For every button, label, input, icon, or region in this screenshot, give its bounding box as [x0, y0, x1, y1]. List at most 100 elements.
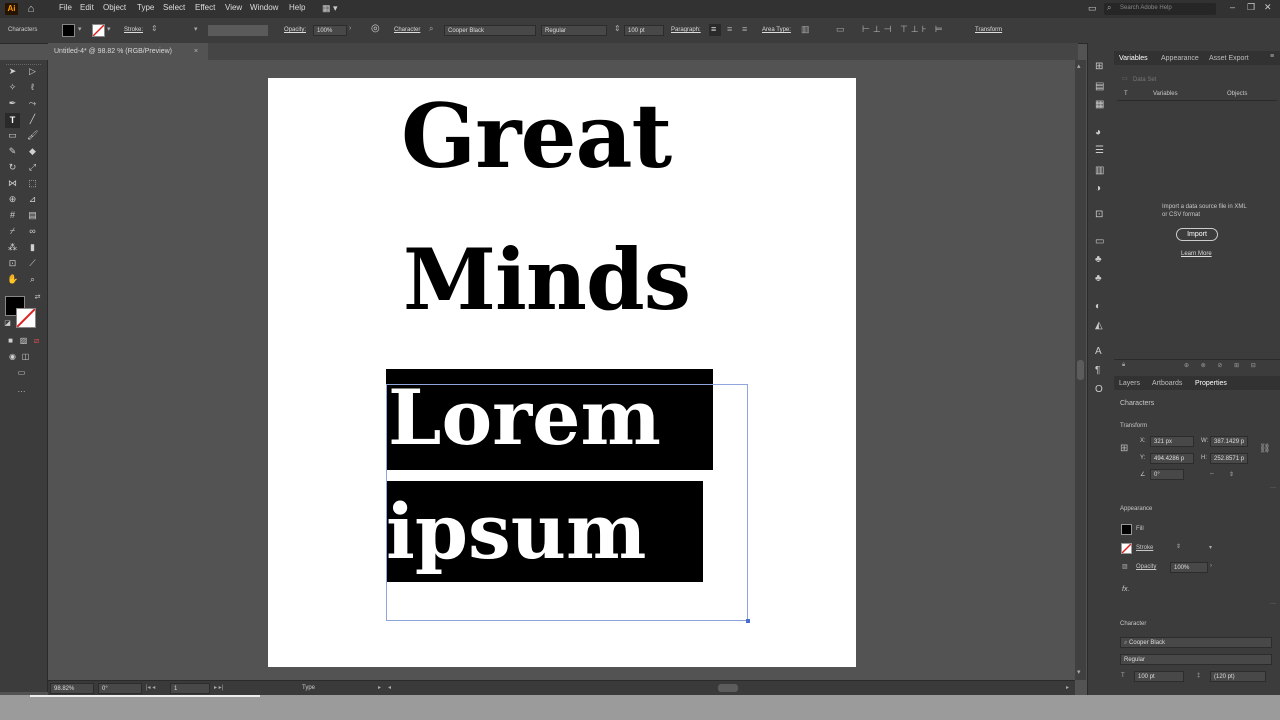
- appearance-stroke-stepper[interactable]: ⇕: [1176, 543, 1181, 550]
- eyedropper-tool-icon[interactable]: ⌿: [7, 226, 18, 237]
- scroll-left-icon[interactable]: ◂: [388, 684, 391, 691]
- vertical-scrollbar[interactable]: ▴ ▾: [1075, 60, 1086, 680]
- default-colors-icon[interactable]: ◪: [2, 318, 13, 329]
- properties-font-family-field[interactable]: ⌕ Cooper Black: [1120, 637, 1272, 648]
- workspace-switcher-icon[interactable]: ▦ ▾: [322, 3, 338, 14]
- slice-tool-icon[interactable]: ⟋: [27, 258, 38, 269]
- stroke-swatch[interactable]: [92, 24, 105, 37]
- minimize-icon[interactable]: –: [1230, 2, 1235, 12]
- rectangle-tool-icon[interactable]: ▭: [7, 130, 18, 141]
- artboard-number-field[interactable]: 1: [170, 683, 210, 694]
- align-to-icon[interactable]: ▭: [836, 24, 845, 35]
- direct-selection-tool-icon[interactable]: ▷: [27, 66, 38, 77]
- variable-width-profile[interactable]: [208, 25, 268, 36]
- selection-tool-icon[interactable]: ➤: [7, 66, 18, 77]
- appearance-stroke-label[interactable]: Stroke: [1136, 545, 1153, 551]
- tab-variables[interactable]: Variables: [1119, 55, 1148, 62]
- appearance-fill-swatch[interactable]: [1121, 524, 1132, 535]
- transparency-panel-icon[interactable]: ◑: [1095, 183, 1101, 194]
- w-field[interactable]: 387.1429 p: [1210, 436, 1248, 447]
- layers-panel-icon[interactable]: ▤: [1095, 81, 1104, 92]
- scroll-right-icon[interactable]: ▸: [1066, 684, 1069, 691]
- overflow-handle[interactable]: [746, 619, 750, 623]
- stroke-color-box[interactable]: [16, 308, 36, 328]
- tab-appearance[interactable]: Appearance: [1161, 55, 1199, 62]
- menu-window[interactable]: Window: [250, 3, 278, 12]
- tab-artboards[interactable]: Artboards: [1152, 380, 1182, 387]
- swatches-panel-icon[interactable]: ☰: [1095, 145, 1104, 156]
- artboard[interactable]: Great Minds Lorem ipsum: [268, 78, 856, 667]
- area-type-link[interactable]: Area Type:: [762, 27, 791, 33]
- brushes-panel-icon[interactable]: ♣: [1095, 254, 1102, 265]
- fill-dropdown-icon[interactable]: ▾: [78, 25, 82, 33]
- fx-button[interactable]: fx.: [1122, 586, 1129, 593]
- shape-builder-tool-icon[interactable]: ⊕: [7, 194, 18, 205]
- menu-select[interactable]: Select: [163, 3, 185, 12]
- pen-tool-icon[interactable]: ✒: [7, 98, 18, 109]
- appearance-opacity-field[interactable]: 100%: [1170, 562, 1208, 573]
- graphic-styles-icon[interactable]: ◐: [1095, 301, 1101, 312]
- transform-link[interactable]: Transform: [975, 27, 1002, 33]
- appearance-stroke-swatch[interactable]: [1121, 543, 1132, 554]
- shaper-tool-icon[interactable]: ✎: [7, 146, 18, 157]
- stroke-label[interactable]: Stroke:: [124, 27, 143, 33]
- free-transform-tool-icon[interactable]: ⬚: [27, 178, 38, 189]
- area-type-icon[interactable]: ▥: [801, 24, 810, 35]
- eraser-tool-icon[interactable]: ◆: [27, 146, 38, 157]
- image-trace-icon[interactable]: ⊡: [1095, 209, 1103, 220]
- restore-icon[interactable]: ❐: [1247, 2, 1255, 13]
- draw-mode-icon[interactable]: ◉: [7, 351, 18, 362]
- status-expand-icon[interactable]: ▸: [378, 684, 381, 691]
- gradient-mode-icon[interactable]: ▨: [18, 335, 29, 346]
- variables-footer-icons[interactable]: ⊕ ⊗ ⊘ ⊞ ⊟: [1184, 362, 1261, 369]
- swap-colors-icon[interactable]: ⇄: [32, 292, 43, 303]
- blend-tool-icon[interactable]: ∞: [27, 226, 38, 237]
- menu-type[interactable]: Type: [137, 3, 154, 12]
- panel-menu-icon[interactable]: ≡: [1270, 53, 1274, 60]
- properties-font-size-field[interactable]: 100 pt: [1134, 671, 1184, 682]
- recolor-icon[interactable]: ◎: [371, 23, 380, 34]
- vertical-scroll-thumb[interactable]: [1077, 360, 1084, 380]
- width-tool-icon[interactable]: ⋈: [7, 178, 18, 189]
- rotate-tool-icon[interactable]: ↻: [7, 162, 18, 173]
- menu-object[interactable]: Object: [103, 3, 126, 12]
- scale-tool-icon[interactable]: ⤢: [27, 162, 38, 173]
- paragraph-link[interactable]: Paragraph:: [671, 27, 701, 33]
- import-button[interactable]: Import: [1176, 228, 1218, 241]
- data-set-label[interactable]: Data Set: [1133, 77, 1156, 83]
- menu-edit[interactable]: Edit: [80, 3, 94, 12]
- align-right-icon[interactable]: ≡: [742, 24, 747, 34]
- type-tool-button[interactable]: T: [5, 113, 20, 128]
- character-link[interactable]: Character: [394, 27, 420, 33]
- align-center-icon[interactable]: ≡: [727, 24, 732, 34]
- angle-field[interactable]: 0°: [1150, 469, 1184, 480]
- draw-inside-icon[interactable]: ◫: [20, 351, 31, 362]
- mesh-tool-icon[interactable]: #: [7, 210, 18, 221]
- transform-more-icon[interactable]: ···: [1270, 485, 1276, 491]
- line-tool-icon[interactable]: ╱: [27, 114, 38, 125]
- hand-tool-icon[interactable]: ✋: [7, 274, 18, 285]
- opentype-panel-icon[interactable]: O: [1095, 384, 1103, 395]
- next-artboard-icon[interactable]: ▸ ▸|: [214, 684, 223, 691]
- paintbrush-tool-icon[interactable]: 🖌: [27, 130, 38, 141]
- flip-vertical-icon[interactable]: ⇕: [1229, 471, 1234, 478]
- fill-swatch[interactable]: [62, 24, 75, 37]
- appearance-panel-icon[interactable]: ◭: [1095, 320, 1103, 331]
- lock-icon[interactable]: 🔒︎: [1122, 362, 1125, 369]
- align-objects-icons[interactable]: ⊢⊥⊣ ⊤⊥⊦ ⊨: [862, 24, 946, 35]
- document-tab[interactable]: Untitled-4* @ 98.82 % (RGB/Preview) ×: [48, 43, 208, 60]
- curvature-tool-icon[interactable]: ⤳: [27, 98, 38, 109]
- arrange-documents-icon[interactable]: ▭: [1088, 3, 1097, 14]
- paragraph-panel-icon[interactable]: ¶: [1095, 365, 1100, 376]
- column-graph-tool-icon[interactable]: ▮: [27, 242, 38, 253]
- zoom-tool-icon[interactable]: ⌕: [27, 274, 38, 285]
- character-panel-icon[interactable]: A: [1095, 346, 1102, 357]
- text-area-frame[interactable]: [386, 384, 748, 621]
- flip-horizontal-icon[interactable]: ⇔: [1209, 471, 1215, 477]
- font-style-field[interactable]: Regular: [541, 25, 607, 36]
- font-size-stepper[interactable]: ⇕: [614, 24, 621, 33]
- first-artboard-icon[interactable]: |◂ ◂: [146, 684, 155, 691]
- none-mode-icon[interactable]: ⧄: [31, 335, 42, 346]
- gradient-tool-icon[interactable]: ▤: [27, 210, 38, 221]
- scroll-up-icon[interactable]: ▴: [1077, 62, 1081, 70]
